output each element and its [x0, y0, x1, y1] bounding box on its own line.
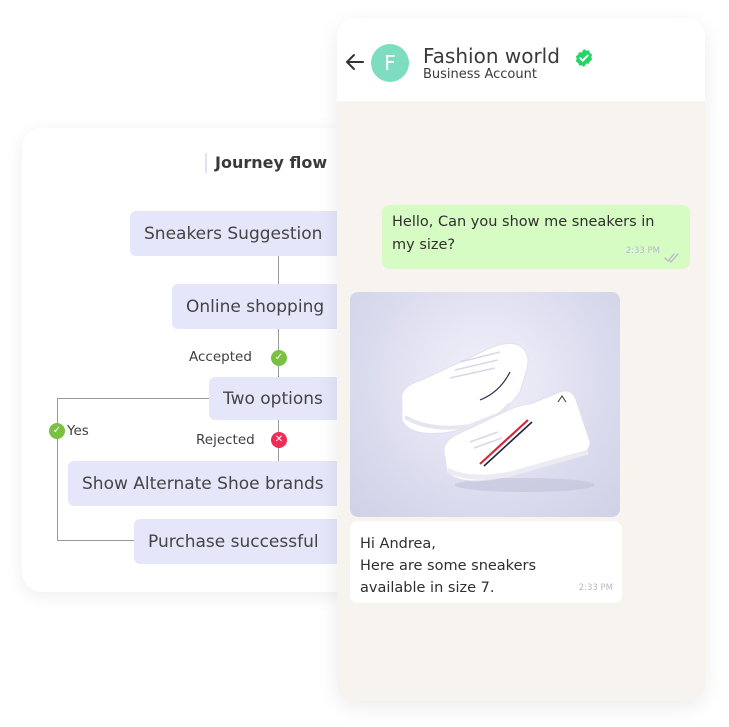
flow-node-show-alternate-shoe-brands[interactable]: Show Alternate Shoe brands [68, 461, 350, 506]
verified-badge-icon [575, 49, 593, 67]
avatar-letter: F [384, 51, 396, 75]
message-text-line: available in size 7. [360, 580, 495, 596]
message-text-line: Here are some sneakers [360, 558, 537, 574]
message-text-line: Hi Andrea, [360, 536, 436, 552]
double-check-icon [664, 253, 679, 263]
contact-subtitle: Business Account [423, 67, 537, 82]
cross-icon: ✕ [271, 432, 287, 448]
connector-line [278, 256, 279, 284]
avatar[interactable]: F [371, 44, 409, 82]
check-icon: ✓ [271, 350, 287, 366]
message-outgoing: Hello, Can you show me sneakers in my si… [382, 205, 690, 269]
journey-flow-title: Journey flow [205, 153, 327, 173]
condition-label-rejected: Rejected [196, 432, 255, 448]
message-time: 2:33 PM [625, 246, 660, 256]
chat-header: F Fashion world Business Account [337, 18, 705, 101]
connector-line [57, 398, 58, 541]
flow-node-label: Purchase successful [148, 531, 319, 552]
flow-node-label: Online shopping [186, 296, 325, 317]
sneakers-illustration [400, 342, 595, 492]
sneakers-image[interactable] [350, 292, 620, 517]
check-icon: ✓ [49, 423, 65, 439]
condition-label-yes: Yes [67, 423, 89, 439]
connector-line [57, 398, 209, 399]
flow-node-purchase-successful[interactable]: Purchase successful [134, 519, 350, 564]
flow-node-label: Two options [223, 388, 323, 409]
arrow-left-icon[interactable] [343, 50, 367, 74]
flow-node-online-shopping[interactable]: Online shopping [172, 284, 352, 329]
flow-node-label: Show Alternate Shoe brands [82, 473, 324, 494]
message-time: 2:33 PM [578, 583, 613, 593]
flow-node-sneakers-suggestion[interactable]: Sneakers Suggestion [130, 211, 350, 256]
condition-label-accepted: Accepted [189, 349, 252, 365]
connector-line [57, 540, 135, 541]
message-text-line: Hello, Can you show me sneakers in [392, 214, 655, 230]
flow-node-label: Sneakers Suggestion [144, 223, 323, 244]
chat-window: F Fashion world Business Account Hello, … [337, 18, 705, 701]
contact-name: Fashion world [423, 44, 560, 68]
flow-node-two-options[interactable]: Two options [209, 377, 349, 420]
message-incoming: Hi Andrea, Here are some sneakers availa… [350, 521, 622, 603]
